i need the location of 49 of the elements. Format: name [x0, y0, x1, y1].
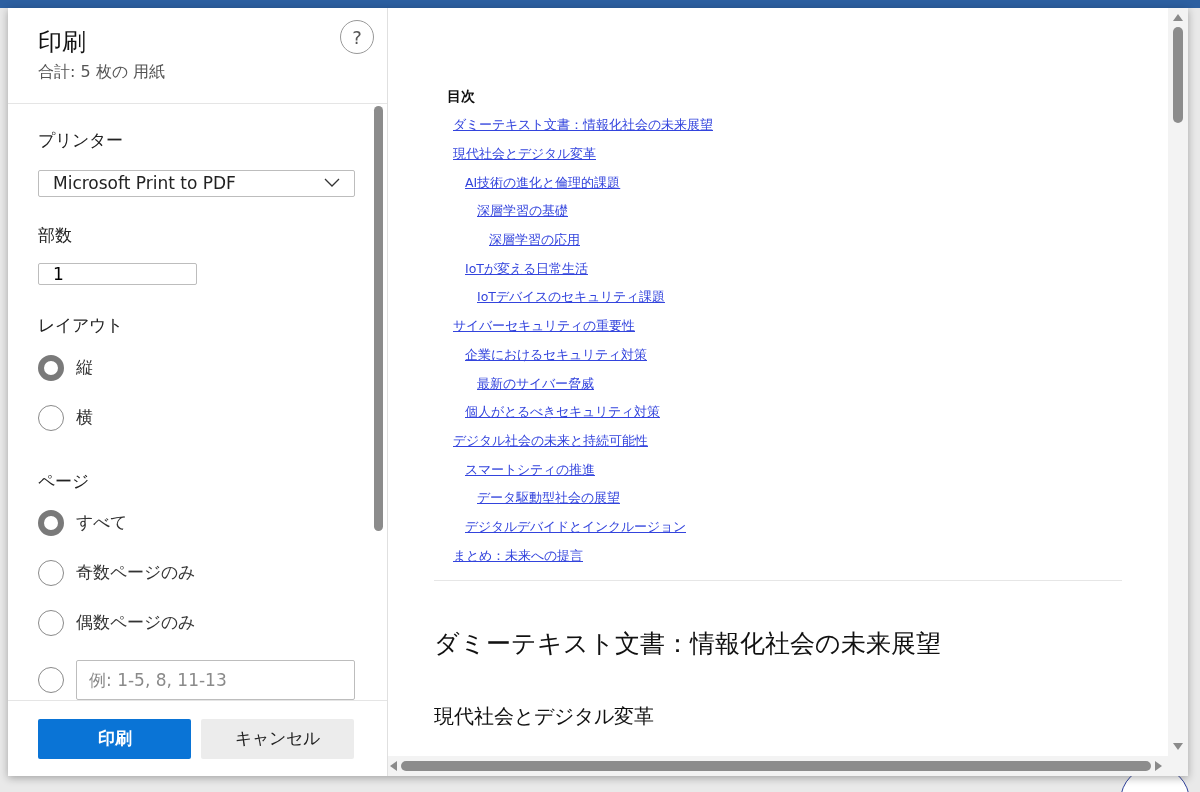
- toc-link[interactable]: AI技術の進化と倫理的課題: [465, 174, 621, 191]
- toc-link[interactable]: スマートシティの推進: [465, 461, 595, 478]
- toc-link[interactable]: 個人がとるべきセキュリティ対策: [465, 404, 660, 421]
- section-label: ページ: [38, 469, 90, 493]
- scroll-right-icon[interactable]: [1155, 761, 1162, 771]
- page-range-field[interactable]: 例: 1-5, 8, 11-13: [76, 660, 355, 700]
- radio-label: 奇数ページのみ: [76, 561, 195, 585]
- radio-button[interactable]: [38, 610, 64, 636]
- radio-label: すべて: [76, 511, 127, 535]
- toc-link[interactable]: 最新のサイバー脅威: [477, 375, 594, 392]
- toc-link[interactable]: デジタルデバイドとインクルージョン: [465, 518, 686, 535]
- radio-label: 偶数ページのみ: [76, 611, 195, 635]
- section-label: プリンター: [38, 129, 124, 152]
- toc-link[interactable]: 現代社会とデジタル変革: [453, 146, 596, 163]
- toc-link[interactable]: 企業におけるセキュリティ対策: [465, 346, 647, 363]
- document-title: ダミーテキスト文書：情報化社会の未来展望: [434, 628, 942, 660]
- toc-link[interactable]: IoTデバイスのセキュリティ課題: [477, 289, 665, 306]
- radio-label: 横: [76, 405, 93, 429]
- toc-link[interactable]: デジタル社会の未来と持続可能性: [453, 432, 648, 449]
- dialog-title: 印刷: [38, 27, 87, 58]
- radio-button[interactable]: [38, 354, 64, 381]
- chevron-down-icon: [324, 178, 340, 189]
- radio-label: 縦: [76, 355, 93, 379]
- radio-button[interactable]: [38, 510, 64, 536]
- toc-link[interactable]: 深層学習の応用: [489, 232, 580, 249]
- toc-link[interactable]: 深層学習の基礎: [477, 203, 568, 220]
- radio-button[interactable]: [38, 404, 64, 431]
- scrollbar-thumb[interactable]: [1173, 27, 1183, 123]
- toc-link[interactable]: サイバーセキュリティの重要性: [453, 318, 635, 335]
- printer-dropdown[interactable]: Microsoft Print to PDF: [38, 169, 355, 197]
- toc-link[interactable]: まとめ：未来への提言: [453, 547, 583, 564]
- section-label: 部数: [38, 224, 73, 247]
- section-label: レイアウト: [38, 314, 124, 337]
- toc-link[interactable]: ダミーテキスト文書：情報化社会の未来展望: [453, 117, 713, 134]
- toc-link[interactable]: IoTが変える日常生活: [465, 260, 588, 277]
- cancel-button[interactable]: キャンセル: [201, 718, 354, 759]
- scroll-left-icon[interactable]: [390, 761, 397, 771]
- radio-button[interactable]: [38, 667, 64, 693]
- scrollbar-thumb[interactable]: [374, 106, 383, 531]
- sheet-count: 合計: 5 枚の 用紙: [38, 61, 166, 83]
- scroll-down-icon[interactable]: [1173, 743, 1183, 750]
- print-button[interactable]: 印刷: [38, 718, 191, 759]
- scrollbar-thumb[interactable]: [401, 761, 1151, 771]
- scroll-up-icon[interactable]: [1173, 14, 1183, 21]
- section-heading: 現代社会とデジタル変革: [434, 702, 655, 730]
- toc-title: 目次: [447, 87, 476, 106]
- copies-field[interactable]: 1: [38, 262, 197, 285]
- radio-button[interactable]: [38, 560, 64, 586]
- toc-link[interactable]: データ駆動型社会の展望: [477, 490, 620, 507]
